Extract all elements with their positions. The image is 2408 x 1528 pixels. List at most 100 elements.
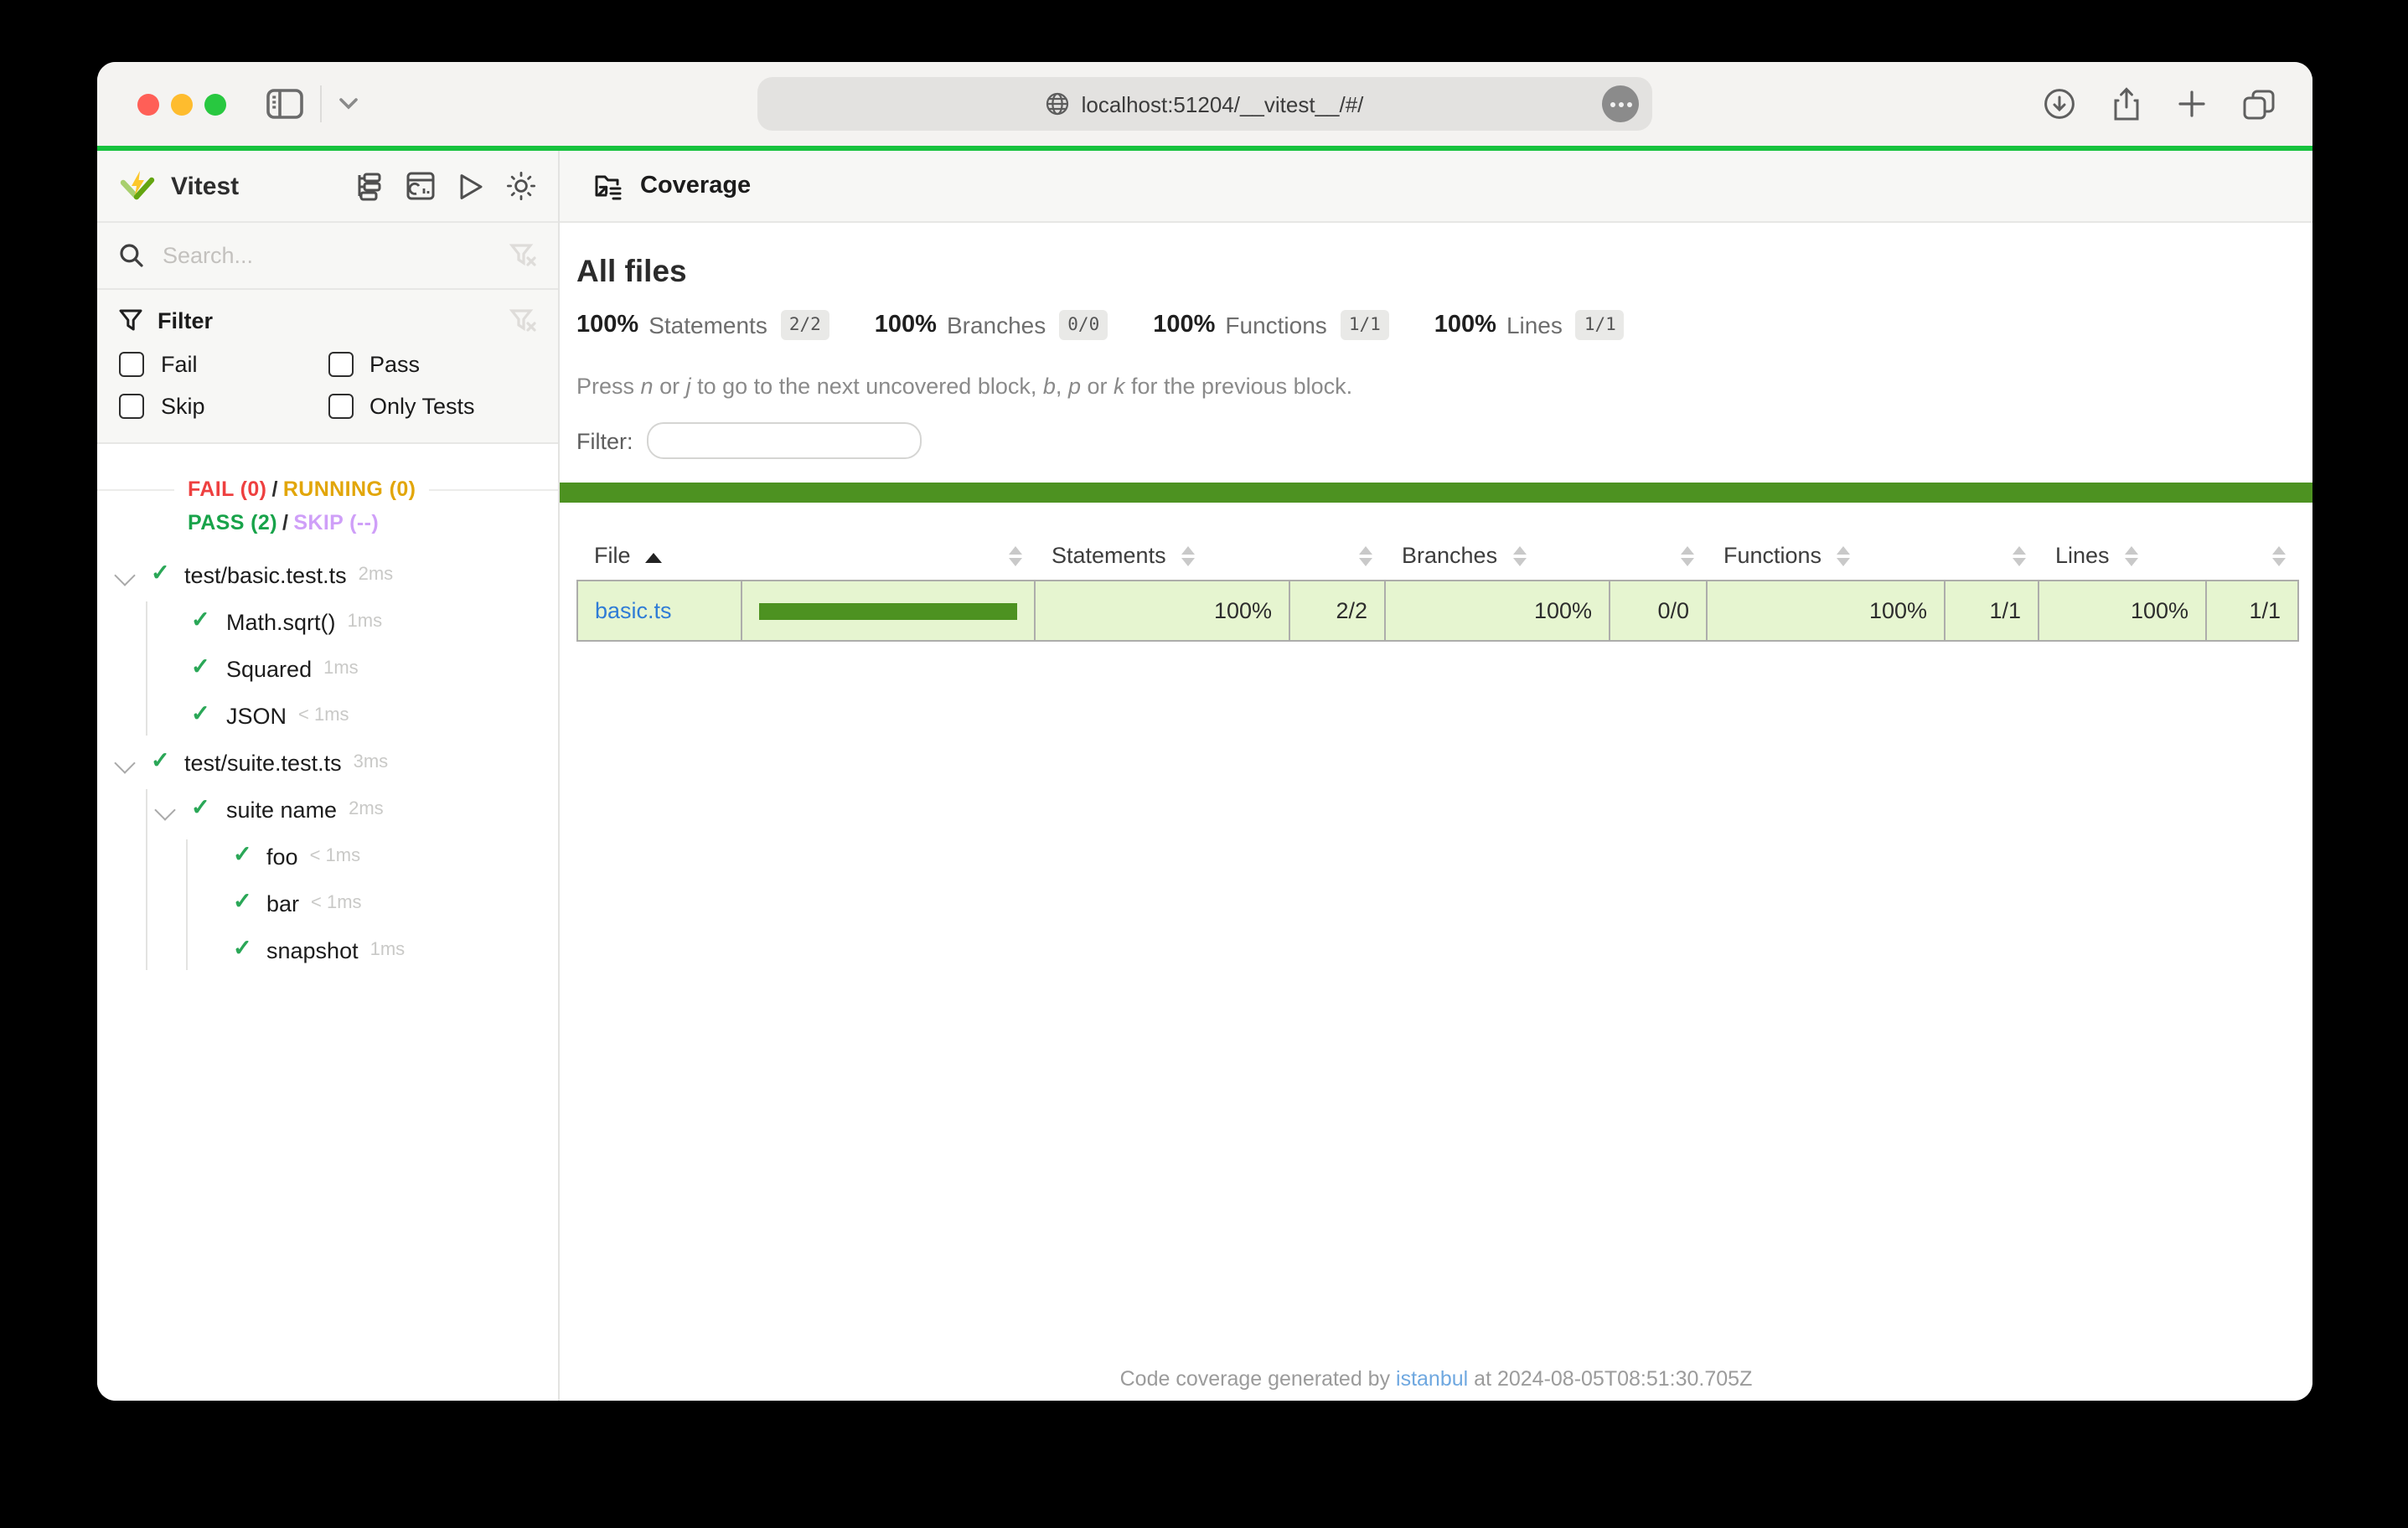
chevron-down-icon[interactable]: [338, 97, 359, 111]
sidebar-header: Vitest: [97, 151, 558, 223]
tree-item-test[interactable]: ✓ bar < 1ms: [97, 880, 558, 927]
check-icon: ✓: [191, 795, 210, 822]
app-title: Vitest: [171, 172, 239, 200]
sorter-icon[interactable]: [1680, 547, 1693, 567]
zoom-window-button[interactable]: [204, 94, 226, 116]
vitest-ui: Vitest: [97, 151, 2312, 1401]
skip-count: SKIP (--): [293, 511, 379, 534]
checkbox-pass[interactable]: [328, 352, 353, 377]
tree-item-test[interactable]: ✓ Math.sqrt() 1ms: [97, 598, 558, 645]
sorter-icon[interactable]: [1512, 547, 1526, 567]
clear-filters-icon[interactable]: [509, 307, 536, 333]
coverage-report-icon: [593, 172, 623, 200]
lines-pct-cell: 100%: [2039, 581, 2206, 641]
theme-toggle-icon[interactable]: [506, 171, 536, 201]
sorter-icon[interactable]: [2271, 547, 2285, 567]
istanbul-link[interactable]: istanbul: [1396, 1367, 1468, 1391]
column-branches-raw[interactable]: [1610, 533, 1707, 581]
address-bar[interactable]: localhost:51204/__vitest__/#/: [757, 77, 1652, 131]
sorter-icon[interactable]: [2012, 547, 2025, 567]
branches-pct-cell: 100%: [1385, 581, 1610, 641]
column-chart[interactable]: [742, 533, 1035, 581]
coverage-filter-input[interactable]: [647, 422, 922, 459]
minimize-window-button[interactable]: [171, 94, 193, 116]
filter-option-skip[interactable]: Skip: [119, 394, 328, 419]
fraction-badge: 0/0: [1059, 310, 1108, 340]
sorter-icon[interactable]: [2125, 547, 2138, 567]
coverage-progress-bar: [560, 483, 2312, 503]
tree-item-file[interactable]: ✓ test/suite.test.ts 3ms: [97, 739, 558, 786]
sorter-icon[interactable]: [1181, 547, 1195, 567]
coverage-filter-label: Filter:: [576, 428, 633, 453]
coverage-filter-row: Filter:: [576, 422, 2296, 459]
coverage-bar-fill: [759, 602, 1017, 619]
summary-counts: FAIL (0)/RUNNING (0) PASS (2)/SKIP (--): [174, 444, 429, 539]
test-tree-view-icon[interactable]: [354, 171, 384, 201]
filter-option-fail[interactable]: Fail: [119, 352, 328, 377]
sidebar-toggle-icon[interactable]: [266, 89, 303, 119]
column-statements[interactable]: Statements: [1035, 533, 1289, 581]
chevron-down-icon[interactable]: [114, 752, 135, 773]
share-icon[interactable]: [2111, 86, 2142, 121]
downloads-icon[interactable]: [2043, 87, 2076, 121]
sorter-icon[interactable]: [1358, 547, 1372, 567]
checkbox-only-tests[interactable]: [328, 394, 353, 419]
column-functions[interactable]: Functions: [1707, 533, 1945, 581]
column-branches[interactable]: Branches: [1385, 533, 1610, 581]
check-icon: ✓: [191, 701, 210, 728]
coverage-table-wrap: File Statements: [560, 503, 2312, 642]
toolbar-divider: [320, 85, 322, 122]
funnel-icon: [119, 308, 142, 332]
tree-item-file[interactable]: ✓ test/basic.test.ts 2ms: [97, 551, 558, 598]
dashboard-view-icon[interactable]: [406, 171, 436, 201]
check-icon: ✓: [191, 654, 210, 681]
column-statements-raw[interactable]: [1289, 533, 1385, 581]
coverage-table-header: File Statements: [577, 533, 2298, 581]
metric-functions: 100% Functions 1/1: [1153, 310, 1389, 340]
tab-overview-icon[interactable]: [2242, 88, 2276, 120]
search-input[interactable]: [159, 241, 509, 270]
page-settings-icon[interactable]: [1602, 85, 1639, 122]
fail-count: FAIL (0): [188, 478, 266, 501]
check-icon: ✓: [233, 889, 252, 916]
running-count: RUNNING (0): [283, 478, 416, 501]
tree-item-suite[interactable]: ✓ suite name 2ms: [97, 786, 558, 833]
check-icon: ✓: [151, 748, 170, 775]
column-lines-raw[interactable]: [2206, 533, 2298, 581]
column-lines[interactable]: Lines: [2039, 533, 2206, 581]
clear-search-filter-icon[interactable]: [509, 243, 536, 268]
column-file[interactable]: File: [577, 533, 742, 581]
functions-pct-cell: 100%: [1707, 581, 1945, 641]
run-all-tests-icon[interactable]: [457, 172, 484, 200]
address-text: localhost:51204/__vitest__/#/: [1082, 91, 1364, 116]
file-link[interactable]: basic.ts: [595, 598, 672, 623]
lines-frac-cell: 1/1: [2206, 581, 2298, 641]
chevron-down-icon[interactable]: [114, 565, 135, 586]
check-icon: ✓: [233, 842, 252, 869]
checkbox-fail[interactable]: [119, 352, 144, 377]
filter-title: Filter: [158, 307, 213, 333]
vitest-logo-icon: [119, 168, 156, 204]
filter-option-only-tests[interactable]: Only Tests: [328, 394, 536, 419]
chevron-down-icon[interactable]: [154, 799, 175, 820]
close-window-button[interactable]: [137, 94, 159, 116]
tree-item-test[interactable]: ✓ foo < 1ms: [97, 833, 558, 880]
sorter-icon[interactable]: [1837, 547, 1850, 567]
branches-frac-cell: 0/0: [1610, 581, 1707, 641]
window-controls: [137, 94, 226, 116]
column-functions-raw[interactable]: [1945, 533, 2039, 581]
new-tab-icon[interactable]: [2177, 89, 2207, 119]
tree-item-test[interactable]: ✓ JSON < 1ms: [97, 692, 558, 739]
tree-item-test[interactable]: ✓ Squared 1ms: [97, 645, 558, 692]
test-tree: ✓ test/basic.test.ts 2ms ✓ Math.sqrt() 1…: [97, 551, 558, 1401]
checkbox-skip[interactable]: [119, 394, 144, 419]
chart-cell: [742, 581, 1035, 641]
filter-options: Fail Pass Skip: [119, 343, 536, 427]
sorter-icon[interactable]: [1008, 547, 1021, 567]
metric-branches: 100% Branches 0/0: [875, 310, 1108, 340]
filter-option-pass[interactable]: Pass: [328, 352, 536, 377]
tree-item-test[interactable]: ✓ snapshot 1ms: [97, 927, 558, 973]
metric-lines: 100% Lines 1/1: [1434, 310, 1625, 340]
table-row: basic.ts 100% 2/2 100%: [577, 581, 2298, 641]
statements-pct-cell: 100%: [1035, 581, 1289, 641]
